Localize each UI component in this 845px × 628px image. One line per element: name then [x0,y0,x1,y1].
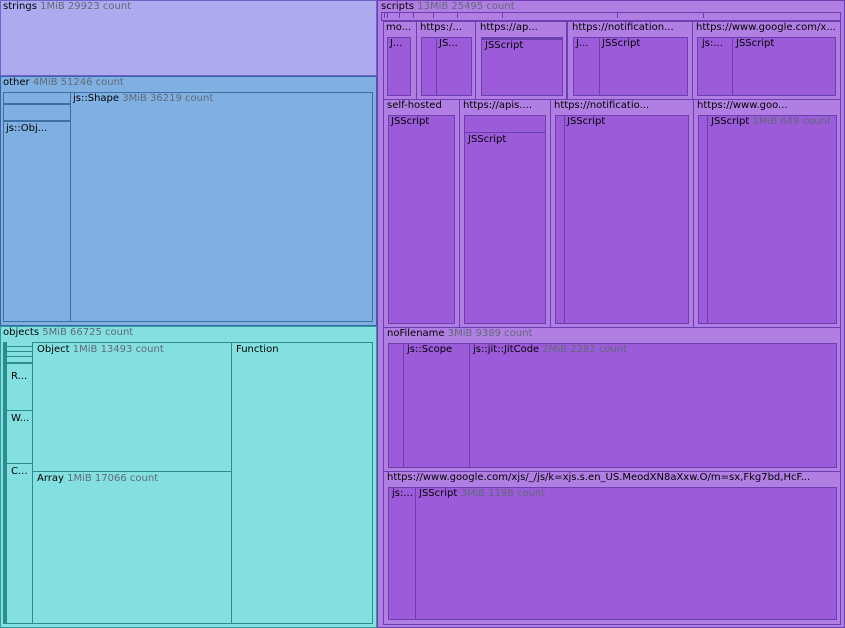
block-js-scope[interactable]: js::Scope [403,343,470,468]
block-nofilename[interactable]: noFilename 3MiB 9389 count js::Scope js:… [383,327,841,472]
other-small-block-1[interactable] [3,92,71,104]
label-object: Object 1MiB 13493 count [37,344,164,355]
block-r[interactable]: R... [6,363,33,411]
label-notif-1: https://notification... [572,22,674,33]
block-object[interactable]: Object 1MiB 13493 count [32,342,232,472]
group-other[interactable]: other 4MiB 51246 count js::Obj... js::Sh… [0,76,377,326]
label-notif-2: https://notificatio... [554,100,650,111]
sliver[interactable] [388,13,400,18]
block-notif-1-js[interactable]: JSScript [599,37,688,96]
label-xjs-js: JSScript 3MiB 1198 count [419,488,546,499]
objects-small-row[interactable] [6,353,32,357]
sliver[interactable] [458,13,503,18]
block-goo-2[interactable]: https://www.goo... JSScript 1MiB 649 cou… [693,99,841,328]
block-google-1-js[interactable]: JSScript [732,37,836,96]
block-ap[interactable]: https://ap... JSScript [475,21,567,100]
block-self-hosted-js[interactable]: JSScript [388,115,455,324]
block-notif-2-js[interactable]: JSScript [564,115,689,324]
label-js-shape: js::Shape 3MiB 36219 count [73,93,214,104]
block-https-1-a[interactable] [421,37,437,96]
label-notif-2-js: JSScript [567,116,606,127]
block-notif-2[interactable]: https://notificatio... JSScript [550,99,694,328]
block-js-obj[interactable]: js::Obj... [3,121,71,322]
block-google-1-jsdots[interactable]: js:... [697,37,733,96]
label-jit-code: js::jit::JitCode 2MiB 2282 count [473,344,628,355]
block-apis-js[interactable]: JSScript [464,132,546,324]
label-xjs: https://www.google.com/xjs/_/js/k=xjs.s.… [387,472,811,483]
label-w: W... [11,413,30,424]
block-function[interactable]: Function [231,342,373,624]
label-mo-j: J... [390,38,403,49]
label-function: Function [236,344,279,355]
label-c: C... [11,466,28,477]
label-apis-js: JSScript [468,134,507,145]
block-w[interactable]: W... [6,410,33,464]
scripts-sliver-strip [381,12,841,21]
sliver[interactable] [400,13,414,18]
block-xjs-js[interactable]: JSScript 3MiB 1198 count [415,487,837,620]
group-objects[interactable]: objects 5MiB 66725 count R... W... C... … [0,326,377,628]
label-notif-1-j: J... [576,38,589,49]
label-self-hosted: self-hosted [387,100,442,111]
label-objects: objects 5MiB 66725 count [3,327,134,338]
block-xjs-jsdots[interactable]: js:... [388,487,416,620]
group-scripts[interactable]: scripts 13MiB 25495 count mo... J... htt… [377,0,845,628]
block-jit-code[interactable]: js::jit::JitCode 2MiB 2282 count [469,343,837,468]
label-strings: strings 1MiB 29923 count [3,1,132,12]
block-c[interactable]: C... [6,463,33,624]
label-google-1-jsdots: js:... [702,38,723,49]
block-js-shape[interactable]: js::Shape 3MiB 36219 count [70,92,373,322]
sliver[interactable] [503,13,618,18]
label-google-1-js: JSScript [736,38,775,49]
block-ap-js[interactable]: JSScript [481,37,563,96]
block-array[interactable]: Array 1MiB 17066 count [32,471,232,624]
label-other: other 4MiB 51246 count [3,77,124,88]
label-goo-2-js: JSScript 1MiB 649 count [711,116,831,127]
label-array: Array 1MiB 17066 count [37,473,159,484]
other-small-block-2[interactable] [3,104,71,121]
sliver[interactable] [414,13,434,18]
block-https-1-js[interactable]: JS... [436,37,472,96]
block-nofilename-a[interactable] [388,343,404,468]
sliver[interactable] [618,13,704,18]
label-xjs-jsdots: js:... [392,488,413,499]
label-apis: https://apis.... [463,100,533,111]
block-https-1[interactable]: https:/... JS... [416,21,476,100]
label-google-1: https://www.google.com/x... [696,22,836,33]
group-strings[interactable]: strings 1MiB 29923 count [0,0,377,76]
label-mo: mo... [386,22,412,33]
label-https-1-js: JS... [439,38,458,49]
block-mo-j[interactable]: J... [387,37,411,96]
label-ap-js: JSScript [485,40,524,51]
block-apis-top[interactable] [464,115,546,133]
label-https-1: https:/... [420,22,463,33]
objects-small-row[interactable] [6,348,32,352]
block-mo[interactable]: mo... J... [383,21,417,100]
label-nofilename: noFilename 3MiB 9389 count [387,328,533,339]
label-js-obj: js::Obj... [6,123,48,134]
block-self-hosted[interactable]: self-hosted JSScript [383,99,460,328]
sliver[interactable] [434,13,458,18]
block-apis[interactable]: https://apis.... JSScript [459,99,551,328]
block-xjs[interactable]: https://www.google.com/xjs/_/js/k=xjs.s.… [383,471,841,625]
block-google-1[interactable]: https://www.google.com/x... js:... JSScr… [692,21,841,100]
label-notif-1-js: JSScript [602,38,641,49]
label-self-hosted-js: JSScript [391,116,430,127]
block-notif-1[interactable]: https://notification... J... JSScript [567,21,693,100]
label-ap: https://ap... [480,22,538,33]
label-r: R... [11,371,28,382]
block-notif-1-j[interactable]: J... [573,37,600,96]
objects-small-row[interactable] [6,343,32,347]
block-goo-2-js[interactable]: JSScript 1MiB 649 count [707,115,837,324]
label-goo-2: https://www.goo... [697,100,788,111]
label-js-scope: js::Scope [407,344,453,355]
